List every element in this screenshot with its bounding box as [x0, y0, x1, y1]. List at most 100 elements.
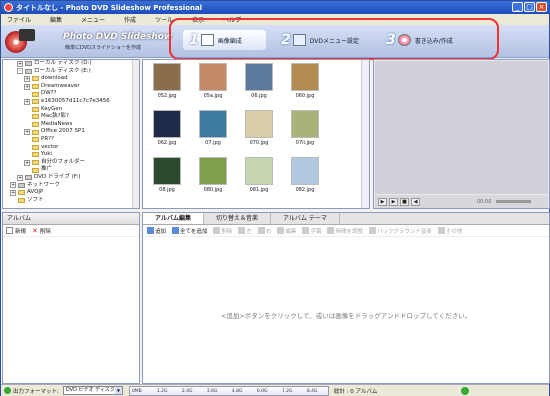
expand-icon[interactable]: +: [24, 129, 30, 136]
album-edit-panel: アルバム編集 切り替え＆音楽 アルバム テーマ 追加 全てを追加 削除 左 右 編集 字幕 時…: [142, 212, 550, 384]
collapse-icon[interactable]: -: [17, 68, 23, 75]
tree-item[interactable]: + ローカル ディスク (D:): [3, 60, 139, 68]
thumbnail-caption: 08.jpg: [159, 187, 175, 193]
delete-icon: ✕: [32, 226, 38, 235]
menu-edit[interactable]: 編集: [50, 15, 62, 24]
photos-icon: [200, 34, 214, 46]
tab-album-edit[interactable]: アルバム編集: [143, 213, 204, 224]
step-dvd-menu[interactable]: 2 DVDメニュー設定: [281, 30, 359, 50]
toolbar-button[interactable]: 編集: [277, 227, 296, 235]
menu-menu[interactable]: メニュー: [81, 15, 105, 24]
tree-item[interactable]: Mac執?影?: [3, 113, 139, 121]
tree-item[interactable]: vector: [3, 144, 139, 152]
thumbnail[interactable]: 081.jpg: [241, 157, 281, 197]
next-icon[interactable]: ▶: [389, 197, 398, 206]
playback-time: 00:00: [477, 198, 492, 205]
playback-controls: ▶ ▶ ■ ◀ 00:00: [375, 195, 548, 208]
play-icon[interactable]: ▶: [378, 197, 387, 206]
delete-label: 削除: [39, 228, 51, 235]
tree-item[interactable]: + e1630057d11c7c7e3456: [3, 98, 139, 106]
minimize-button[interactable]: _: [512, 2, 523, 12]
tree-item[interactable]: ソフト: [3, 197, 139, 205]
thumbnail-image: [245, 63, 273, 91]
toolbar-button[interactable]: 右: [257, 227, 271, 235]
expand-icon[interactable]: +: [17, 174, 23, 181]
tree-item[interactable]: + DVD ドライブ (F:): [3, 174, 139, 182]
toolbar-button[interactable]: 字幕: [302, 227, 321, 235]
thumbnail[interactable]: 06.jpg: [241, 63, 281, 103]
thumbnail-caption: 082.jpg: [295, 187, 315, 193]
expand-icon[interactable]: +: [24, 98, 30, 105]
toolbar-button[interactable]: 削除: [213, 227, 232, 235]
thumbnail[interactable]: 052.jpg: [149, 63, 189, 103]
tree-scrollbar[interactable]: [132, 60, 139, 208]
folder-tree[interactable]: + ローカル ディスク (D:) - ローカル ディスク (E:) + download +…: [2, 59, 140, 209]
toolbar-button[interactable]: 左: [238, 227, 252, 235]
thumbnail[interactable]: 05a.jpg: [195, 63, 235, 103]
thumbnail-image: [245, 110, 273, 138]
album-total: 総計 : 0 アルバム: [333, 388, 378, 395]
tree-item[interactable]: PR??: [3, 136, 139, 144]
maximize-button[interactable]: □: [524, 2, 535, 12]
toolbar-button[interactable]: 追加: [147, 227, 166, 235]
tree-item[interactable]: + download: [3, 75, 139, 83]
tab-album-theme[interactable]: アルバム テーマ: [271, 213, 340, 224]
thumbnail-caption: 070.jpg: [249, 140, 269, 146]
capacity-tick: 1.2G: [156, 388, 168, 394]
tree-item[interactable]: Yuki: [3, 151, 139, 159]
thumbnail[interactable]: 080.jpg: [195, 157, 235, 197]
tree-item[interactable]: + Dreamweaver: [3, 83, 139, 91]
tree-item[interactable]: + ネットワーク: [3, 182, 139, 190]
thumbnail[interactable]: 070.jpg: [241, 110, 281, 150]
thumbnail[interactable]: 082.jpg: [287, 157, 327, 197]
thumbnail-scrollbar[interactable]: [361, 60, 369, 208]
toolbar-button[interactable]: 時間を調整: [327, 227, 363, 235]
expand-icon[interactable]: +: [10, 182, 16, 189]
toolbar-button[interactable]: 全てを追加: [172, 227, 207, 235]
thumbnail-image: [291, 157, 319, 185]
thumbnail[interactable]: 07.jpg: [195, 110, 235, 150]
tree-item-label: Dreamweaver: [41, 82, 80, 89]
tab-transition-music[interactable]: 切り替え＆音楽: [204, 213, 271, 224]
folder-icon: [32, 167, 39, 173]
toolbar-button[interactable]: その他: [437, 227, 462, 235]
output-format-select[interactable]: DVD ビデオ ディスク ▼: [62, 386, 123, 395]
menu-file[interactable]: ファイル: [7, 15, 31, 24]
new-album-button[interactable]: 新規: [6, 227, 26, 235]
tree-item[interactable]: MediaNews: [3, 121, 139, 129]
toolbar-button[interactable]: バックグラウンド音楽: [369, 227, 432, 235]
delete-album-button[interactable]: ✕ 削除: [32, 227, 51, 235]
step-burn[interactable]: 3 書き込み/作成: [386, 30, 453, 50]
tree-item-label: MediaNews: [41, 120, 73, 127]
tool-icon: [147, 227, 154, 234]
expand-icon[interactable]: +: [24, 83, 30, 90]
tree-item[interactable]: 推广: [3, 166, 139, 174]
thumbnail[interactable]: 07ii.jpg: [287, 110, 327, 150]
thumbnail[interactable]: 062.jpg: [149, 110, 189, 150]
stop-icon[interactable]: ■: [400, 197, 409, 206]
seek-bar[interactable]: [496, 200, 532, 203]
tree-item[interactable]: + Office 2007 SP1: [3, 128, 139, 136]
thumbnail-browser[interactable]: 052.jpg 05a.jpg 06.jpg 060.jpg 062.jpg 07.jpg…: [142, 59, 370, 209]
tree-item[interactable]: + AVOJP: [3, 189, 139, 197]
expand-icon[interactable]: +: [24, 75, 30, 82]
tree-item[interactable]: DW??: [3, 90, 139, 98]
tool-icon: [369, 227, 376, 234]
folder-icon: [32, 91, 39, 97]
expand-icon[interactable]: +: [17, 60, 23, 67]
tree-item[interactable]: - ローカル ディスク (E:): [3, 68, 139, 76]
close-button[interactable]: ×: [536, 2, 547, 12]
expand-icon[interactable]: +: [24, 159, 30, 166]
thumbnail-caption: 062.jpg: [157, 140, 177, 146]
step-organize[interactable]: 1 画像編成: [183, 30, 266, 50]
tree-item[interactable]: + 自分のフォルダー: [3, 159, 139, 167]
menu-create[interactable]: 作成: [124, 15, 136, 24]
thumbnail[interactable]: 060.jpg: [287, 63, 327, 103]
status-ok-icon: [461, 386, 469, 395]
thumbnail-image: [291, 63, 319, 91]
tree-item[interactable]: KeyGen: [3, 106, 139, 114]
thumbnail[interactable]: 08.jpg: [149, 157, 189, 197]
previous-icon[interactable]: ◀: [411, 197, 420, 206]
expand-icon[interactable]: +: [10, 189, 16, 196]
album-tab[interactable]: アルバム: [3, 213, 139, 225]
